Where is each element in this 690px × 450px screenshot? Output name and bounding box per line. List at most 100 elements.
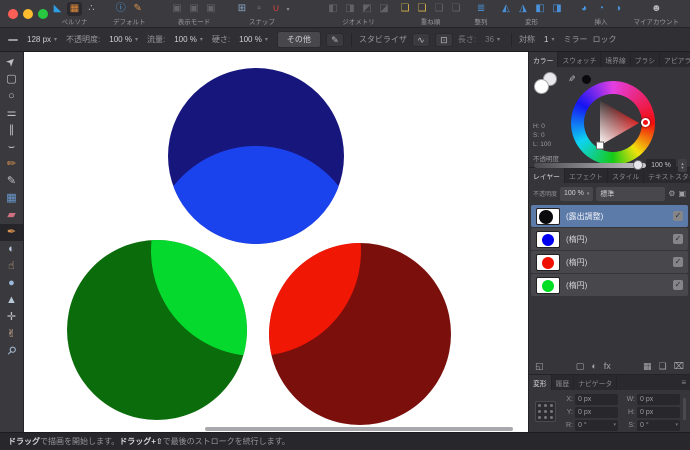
aspect-link-bar[interactable]	[683, 398, 686, 420]
color-opacity-stepper[interactable]: ▲▼	[678, 159, 687, 172]
layer-visibility-checkbox[interactable]: ✓	[673, 234, 683, 244]
layer-visibility-checkbox[interactable]: ✓	[673, 257, 683, 267]
edit-brush-icon[interactable]: ✎	[326, 33, 344, 47]
tab-transform-1[interactable]: 履歴	[552, 375, 575, 390]
color-wheel[interactable]	[571, 81, 655, 165]
tab-color-1[interactable]: スウォッチ	[558, 52, 601, 67]
color-picker-tool[interactable]: ✛	[0, 309, 23, 326]
synchronise-defaults-icon[interactable]: ⓘ	[113, 2, 128, 16]
close-window-button[interactable]	[8, 9, 18, 19]
pixel-pencil-tool[interactable]: ✎	[0, 173, 23, 190]
move-to-front-icon[interactable]: ❏	[398, 2, 413, 16]
my-account-icon[interactable]: ☻	[649, 2, 664, 16]
layer-row-3[interactable]: (楕円)✓	[531, 274, 688, 296]
shear-field-input[interactable]: 0 °▾	[637, 420, 680, 431]
tab-layers-1[interactable]: エフェクト	[565, 168, 608, 183]
mirror-toggle[interactable]: ミラー	[563, 34, 587, 45]
blend-options-gear-icon[interactable]: ⚙	[668, 189, 675, 198]
rotation-field-input[interactable]: 0 °▾	[575, 420, 618, 431]
rotate-cw-icon[interactable]: ◨	[550, 2, 565, 16]
export-persona-icon[interactable]: ∴	[84, 2, 99, 16]
saturation-lightness-marker[interactable]	[597, 142, 604, 149]
view-tool[interactable]: ✌	[0, 326, 23, 343]
horizontal-scrollbar[interactable]	[205, 427, 512, 431]
freehand-selection-tool[interactable]: ⌣	[0, 139, 23, 156]
hardness-select[interactable]: 100 %▾	[235, 33, 272, 46]
dodge-brush-tool[interactable]: ◐	[0, 241, 23, 258]
color-opacity-slider[interactable]	[534, 163, 646, 168]
rope-stabilizer-icon[interactable]: ∿	[412, 33, 430, 47]
anchor-point-selector[interactable]	[535, 401, 556, 422]
transform-panel-menu-icon[interactable]: ≡	[677, 375, 690, 390]
more-button[interactable]: その他	[277, 31, 321, 48]
layer-row-1[interactable]: (楕円)✓	[531, 228, 688, 250]
rotate-ccw-icon[interactable]: ◧	[533, 2, 548, 16]
rect-marquee-tool[interactable]: ▢	[0, 71, 23, 88]
snap-magnet-icon[interactable]: ∪	[269, 2, 284, 16]
tab-transform-2[interactable]: ナビゲータ	[574, 375, 617, 390]
new-layer-icon[interactable]: ❏	[659, 358, 667, 374]
paint-mesh-tool[interactable]: ▦	[0, 190, 23, 207]
snap-options-caret[interactable]: ▾	[287, 6, 290, 13]
length-select[interactable]: 36▾	[481, 33, 504, 46]
ellipse-marquee-tool[interactable]: ○	[0, 88, 23, 105]
column-marquee-tool[interactable]: ∥	[0, 122, 23, 139]
w-field-input[interactable]: 0 px	[637, 394, 680, 405]
zoom-tool[interactable]: ⚲	[0, 343, 23, 360]
flow-select[interactable]: 100 %▾	[170, 33, 207, 46]
tab-color-2[interactable]: 境界線	[601, 52, 630, 67]
color-opacity-knob[interactable]	[633, 160, 643, 170]
tab-color-4[interactable]: アピアランス	[660, 52, 690, 67]
layer-opacity-select[interactable]: 100 %▾	[560, 187, 593, 201]
tab-transform-0[interactable]: 変形	[529, 375, 552, 390]
minimize-window-button[interactable]	[23, 9, 33, 19]
symmetry-select[interactable]: 1▾	[540, 33, 558, 46]
tab-color-3[interactable]: ブラシ	[631, 52, 660, 67]
layer-row-0[interactable]: (露出調整)✓	[531, 205, 688, 227]
snap-toggle-icon[interactable]: ▫	[252, 2, 267, 16]
hue-marker[interactable]	[641, 118, 650, 127]
brush-size-select[interactable]: 128 px▾	[23, 33, 61, 46]
y-field-input[interactable]: 0 px	[575, 407, 618, 418]
paint-brush-tool[interactable]: ✒	[0, 224, 23, 241]
smudge-tool[interactable]: ☝	[0, 258, 23, 275]
new-pixel-layer-icon[interactable]: ▦	[643, 358, 652, 374]
layer-visibility-checkbox[interactable]: ✓	[673, 211, 683, 221]
insert-on-top-icon[interactable]: ◑	[611, 2, 626, 16]
designer-persona-icon[interactable]: ◣	[50, 2, 65, 16]
pixel-persona-icon[interactable]: ▦	[67, 2, 82, 16]
move-forward-icon[interactable]: ❏	[415, 2, 430, 16]
h-field-input[interactable]: 0 px	[637, 407, 680, 418]
opacity-select[interactable]: 100 %▾	[105, 33, 142, 46]
lock-toggle[interactable]: ロック	[592, 34, 616, 45]
selection-brush-tool[interactable]: ✏	[0, 156, 23, 173]
flip-horizontal-icon[interactable]: ◭	[499, 2, 514, 16]
window-stabilizer-icon[interactable]: ⊡	[435, 33, 453, 47]
insert-inside-icon[interactable]: ◔	[594, 2, 609, 16]
fill-color-swatch[interactable]	[534, 79, 549, 94]
tab-layers-2[interactable]: スタイル	[608, 168, 644, 183]
snap-grid-icon[interactable]: ⊞	[235, 2, 250, 16]
lock-layer-icon[interactable]: ▣	[678, 189, 686, 198]
row-marquee-tool[interactable]: ⚌	[0, 105, 23, 122]
adjustment-layer-icon[interactable]: ◐	[591, 358, 596, 374]
edit-defaults-icon[interactable]: ✎	[130, 2, 145, 16]
erase-brush-tool[interactable]: ▰	[0, 207, 23, 224]
color-opacity-value[interactable]: 100 %	[646, 159, 676, 172]
blur-tool[interactable]: ●	[0, 275, 23, 292]
tab-color-0[interactable]: カラー	[529, 52, 558, 67]
insert-behind-icon[interactable]: ◕	[577, 2, 592, 16]
document-canvas[interactable]	[24, 52, 528, 432]
x-field-input[interactable]: 0 px	[575, 394, 618, 405]
blend-mode-select[interactable]: 標準	[596, 187, 665, 201]
tab-layers-0[interactable]: レイヤー	[529, 168, 565, 183]
mask-layer-icon[interactable]: ▢	[576, 358, 585, 374]
edit-all-layers-icon[interactable]: ◱	[535, 358, 544, 374]
layer-effects-icon[interactable]: fx	[604, 358, 611, 374]
zoom-window-button[interactable]	[38, 9, 48, 19]
flip-vertical-icon[interactable]: ◮	[516, 2, 531, 16]
move-tool[interactable]: ➤	[0, 54, 23, 71]
alignment-icon[interactable]: ≣	[474, 2, 489, 16]
sharpen-tool[interactable]: ▲	[0, 292, 23, 309]
layer-visibility-checkbox[interactable]: ✓	[673, 280, 683, 290]
